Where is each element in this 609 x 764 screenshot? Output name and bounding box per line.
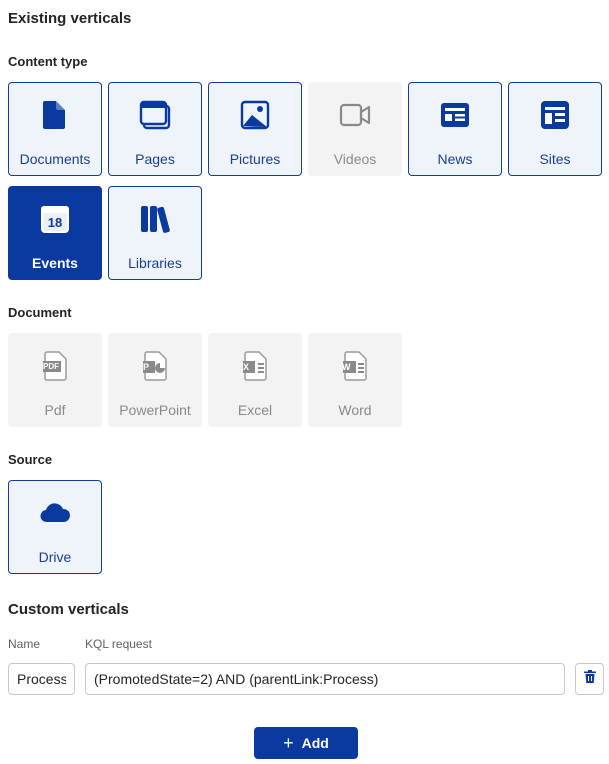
libraries-icon xyxy=(139,203,171,235)
file-type-badge: W xyxy=(342,362,351,372)
tile-documents[interactable]: Documents xyxy=(8,82,102,176)
tile-excel: X Excel xyxy=(208,333,302,427)
delete-row-button[interactable] xyxy=(575,663,604,695)
kql-request-input[interactable] xyxy=(85,663,565,695)
document-heading: Document xyxy=(8,305,72,320)
video-icon xyxy=(339,99,371,131)
vertical-name-input[interactable] xyxy=(8,663,75,695)
tile-label: Pages xyxy=(135,151,175,167)
kql-column-label: KQL request xyxy=(85,637,152,651)
tile-news[interactable]: News xyxy=(408,82,502,176)
source-heading: Source xyxy=(8,452,53,467)
tile-label: Events xyxy=(32,255,78,271)
content-type-heading: Content type xyxy=(8,54,88,69)
calendar-day-badge: 18 xyxy=(47,215,63,230)
tile-pages[interactable]: Pages xyxy=(108,82,202,176)
tile-label: Excel xyxy=(237,402,273,418)
add-button-label: Add xyxy=(301,735,329,751)
file-type-badge: X xyxy=(243,362,250,372)
tile-label: PowerPoint xyxy=(119,402,191,418)
tile-label: Drive xyxy=(38,549,72,565)
existing-verticals-title: Existing verticals xyxy=(8,10,132,27)
tile-label: Documents xyxy=(19,151,91,167)
news-icon xyxy=(439,99,471,131)
add-button[interactable]: + Add xyxy=(254,727,358,759)
excel-file-icon: X xyxy=(239,350,271,382)
cloud-icon xyxy=(39,497,71,529)
pdf-file-icon: PDF xyxy=(39,350,71,382)
tile-word: W Word xyxy=(308,333,402,427)
trash-icon xyxy=(583,670,596,688)
tile-videos: Videos xyxy=(308,82,402,176)
tile-label: Pdf xyxy=(44,402,66,418)
pages-icon xyxy=(139,99,171,131)
tile-pdf: PDF Pdf xyxy=(8,333,102,427)
file-type-badge: PDF xyxy=(43,362,59,371)
tile-label: Libraries xyxy=(128,255,182,271)
tile-sites[interactable]: Sites xyxy=(508,82,602,176)
calendar-icon: 18 xyxy=(39,203,71,235)
file-type-badge: P xyxy=(143,362,150,372)
tile-drive[interactable]: Drive xyxy=(8,480,102,574)
name-column-label: Name xyxy=(8,637,41,651)
tile-powerpoint: P PowerPoint xyxy=(108,333,202,427)
tile-events[interactable]: 18 Events xyxy=(8,186,102,280)
word-file-icon: W xyxy=(339,350,371,382)
tile-label: Videos xyxy=(333,151,377,167)
tile-label: News xyxy=(437,151,473,167)
plus-icon: + xyxy=(283,733,294,753)
tile-label: Pictures xyxy=(229,151,281,167)
picture-icon xyxy=(239,99,271,131)
sites-icon xyxy=(539,99,571,131)
tile-libraries[interactable]: Libraries xyxy=(108,186,202,280)
document-icon xyxy=(39,99,71,131)
tile-label: Sites xyxy=(539,151,571,167)
powerpoint-file-icon: P xyxy=(139,350,171,382)
tile-label: Word xyxy=(338,402,372,418)
tile-pictures[interactable]: Pictures xyxy=(208,82,302,176)
custom-verticals-title: Custom verticals xyxy=(8,601,129,618)
